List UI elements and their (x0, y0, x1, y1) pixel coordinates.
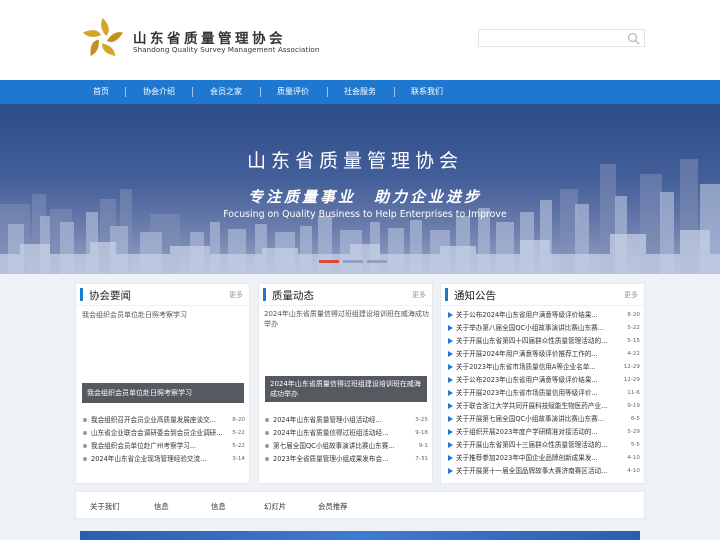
panel-accent-bar (263, 288, 266, 301)
list-item[interactable]: 关于开展山东省第四十四届群众性质量管理活动的... 5-15 (447, 335, 640, 348)
main-nav: 首页 协会介绍 会员之家 质量评价 社会服务 联系我们 (0, 80, 720, 104)
bullet-icon (265, 444, 269, 448)
news-list: 我会组织召开会员企业高质量发展座谈交... 8-20 山东省企业联合会调研委会到会… (82, 414, 245, 474)
photo-caption[interactable]: 2024年山东省质量信得过班组建设培训班在威海成功举办 (265, 376, 427, 402)
arrow-bullet-icon (448, 403, 453, 409)
list-item[interactable]: 2024年山东省企业现场管理经验交流... 3-14 (82, 453, 245, 466)
list-item[interactable]: 2023年全省质量管理小组成果发布会... 7-31 (264, 453, 428, 466)
nav-item-contact[interactable]: 联系我们 (411, 80, 443, 104)
banner-title: 山东省质量管理协会 (246, 150, 463, 172)
footer-link-about[interactable]: 关于我们 (90, 501, 120, 512)
panel-title: 协会要闻 (89, 290, 131, 302)
banner-slogan-en: Focusing on Quality Business to Help Ent… (223, 209, 507, 220)
photo-caption[interactable]: 我会组织会员单位赴日照考察学习 (82, 383, 244, 403)
list-item[interactable]: 关于开展山东省第四十三届群众性质量管理活动的... 5-5 (447, 439, 640, 452)
list-item[interactable]: 关于公布2024年山东省用户满意等级评价结果... 8-20 (447, 309, 640, 322)
news-panel: 协会要闻 更多 我会组织会员单位赴日照考察学习 我会组织会员单位赴日照考察学习 … (75, 283, 250, 484)
list-item[interactable]: 关于开展第十一届全国品牌故事大赛济南赛区活动... 4-10 (447, 465, 640, 478)
nav-separator (394, 87, 395, 97)
more-link[interactable]: 更多 (229, 290, 243, 300)
arrow-bullet-icon (448, 351, 453, 357)
arrow-bullet-icon (448, 468, 453, 474)
org-name-en: Shandong Quality Survey Management Assoc… (133, 45, 320, 54)
nav-separator (260, 87, 261, 97)
search-input[interactable] (478, 29, 645, 47)
bullet-icon (83, 444, 87, 448)
panel-header: 质量动态 更多 (259, 284, 432, 306)
nav-item-services[interactable]: 社会服务 (344, 80, 376, 104)
footer-link-info[interactable]: 信息 (154, 501, 169, 512)
list-item[interactable]: 关于推荐参加2023年中国企业品牌创新成果发... 4-10 (447, 452, 640, 465)
panel-header: 通知公告 更多 (441, 284, 644, 306)
nav-separator (125, 87, 126, 97)
footer-link-slides[interactable]: 幻灯片 (264, 501, 286, 512)
arrow-bullet-icon (448, 377, 453, 383)
bullet-icon (83, 418, 87, 422)
star-logo-icon[interactable] (78, 14, 128, 64)
bottom-promo-banner[interactable] (80, 531, 640, 540)
nav-item-evaluation[interactable]: 质量评价 (277, 80, 309, 104)
list-item[interactable]: 关于开展第七届全国QC小组故事演讲比赛山东赛... 6-5 (447, 413, 640, 426)
list-item[interactable]: 山东省企业联合会调研委会到会员企业调研... 5-22 (82, 427, 245, 440)
slide-dot-2[interactable] (343, 260, 363, 263)
list-item[interactable]: 关于举办第八届全国QC小组故事演讲比赛山东赛... 5-22 (447, 322, 640, 335)
panel-header: 协会要闻 更多 (76, 284, 249, 306)
list-item[interactable]: 关于开展2023年山东省市场质量信用等级评价... 11-6 (447, 387, 640, 400)
quality-photo[interactable]: 2024年山东省质量信得过班组建设培训班在威海成功举办 (264, 309, 429, 329)
notices-list: 关于公布2024年山东省用户满意等级评价结果... 8-20 关于举办第八届全国Q… (447, 309, 640, 479)
banner-slogan: 专注质量事业 助力企业进步 (247, 188, 482, 206)
panel-title: 质量动态 (272, 290, 314, 302)
more-link[interactable]: 更多 (412, 290, 426, 300)
list-item[interactable]: 关于2023年山东省市场质量信用A等企业名单... 12-29 (447, 361, 640, 374)
arrow-bullet-icon (448, 338, 453, 344)
slide-dot-3[interactable] (367, 260, 387, 263)
list-item[interactable]: 关于联合浙江大学共同开展科技赋能生物医药产业... 9-19 (447, 400, 640, 413)
slide-dot-1[interactable] (319, 260, 339, 263)
arrow-bullet-icon (448, 455, 453, 461)
more-link[interactable]: 更多 (624, 290, 638, 300)
site-header: 山东省质量管理协会 Shandong Quality Survey Manage… (0, 0, 720, 80)
news-photo[interactable]: 我会组织会员单位赴日照考察学习 (82, 310, 187, 320)
nav-separator (327, 87, 328, 97)
arrow-bullet-icon (448, 442, 453, 448)
search-icon[interactable] (627, 32, 640, 45)
notices-panel: 通知公告 更多 关于公布2024年山东省用户满意等级评价结果... 8-20 关于… (440, 283, 645, 484)
list-item[interactable]: 关于公布2023年山东省用户满意等级评价结果... 12-29 (447, 374, 640, 387)
panel-title: 通知公告 (454, 290, 496, 302)
arrow-bullet-icon (448, 364, 453, 370)
bullet-icon (83, 457, 87, 461)
panel-accent-bar (80, 288, 83, 301)
list-item[interactable]: 我会组织会员单位赴广州考察学习... 5-22 (82, 440, 245, 453)
list-item[interactable]: 2024年山东省质量管理小组活动经... 3-25 (264, 414, 428, 427)
nav-item-about[interactable]: 协会介绍 (143, 80, 175, 104)
list-item[interactable]: 2024年山东省质量信得过班组活动经... 9-18 (264, 427, 428, 440)
quality-panel: 质量动态 更多 2024年山东省质量信得过班组建设培训班在威海成功举办 2024… (258, 283, 433, 484)
arrow-bullet-icon (448, 416, 453, 422)
list-item[interactable]: 关于开展2024年用户满意等级评价推荐工作的... 4-22 (447, 348, 640, 361)
hero-banner[interactable]: 山东省质量管理协会 专注质量事业 助力企业进步 Focusing on Qual… (0, 104, 720, 274)
org-name-cn: 山东省质量管理协会 (133, 31, 286, 47)
arrow-bullet-icon (448, 325, 453, 331)
bullet-icon (265, 457, 269, 461)
nav-item-members[interactable]: 会员之家 (210, 80, 242, 104)
bullet-icon (265, 431, 269, 435)
quality-list: 2024年山东省质量管理小组活动经... 3-25 2024年山东省质量信得过班组… (264, 414, 428, 474)
arrow-bullet-icon (448, 390, 453, 396)
nav-separator (192, 87, 193, 97)
bullet-icon (83, 431, 87, 435)
footer-link-member-recommend[interactable]: 会员推荐 (318, 501, 348, 512)
list-item[interactable]: 我会组织召开会员企业高质量发展座谈交... 8-20 (82, 414, 245, 427)
arrow-bullet-icon (448, 312, 453, 318)
bullet-icon (265, 418, 269, 422)
nav-item-home[interactable]: 首页 (93, 80, 109, 104)
footer-link-info-2[interactable]: 信息 (211, 501, 226, 512)
list-item[interactable]: 第七届全国QC小组故事演讲比赛山东赛... 9-1 (264, 440, 428, 453)
panel-accent-bar (445, 288, 448, 301)
footer-links-bar: 关于我们 信息 信息 幻灯片 会员推荐 (75, 491, 645, 519)
arrow-bullet-icon (448, 429, 453, 435)
list-item[interactable]: 关于组织开展2023年度产学研精准对接活动的... 5-29 (447, 426, 640, 439)
